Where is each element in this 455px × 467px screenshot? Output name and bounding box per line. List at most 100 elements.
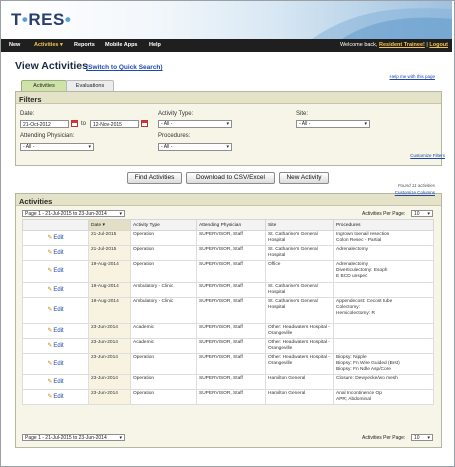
table-row: ✎Edit 21-Jul-2015 Operation SUPERVISOR, Sta… <box>22 245 434 261</box>
pencil-icon: ✎ <box>47 234 53 241</box>
table-row: ✎Edit 19-Aug-2014 Operation SUPERVISOR, Sta… <box>22 260 434 283</box>
cell-date: 21-Jul-2015 <box>88 230 131 246</box>
date-to-input[interactable]: 12-Nov-2015 <box>90 120 139 128</box>
edit-link[interactable]: Edit <box>53 328 63 334</box>
table-row: ✎Edit 23-Jun-2014 Operation SUPERVISOR, Sta… <box>22 374 434 390</box>
cell-physician: SUPERVISOR, Staff <box>196 297 266 324</box>
nav-activities[interactable]: Activities ▾ <box>34 42 63 48</box>
cell-procedures: Adrenalectomy <box>333 245 434 261</box>
pencil-icon: ✎ <box>47 360 53 367</box>
pencil-icon: ✎ <box>47 286 53 293</box>
cell-site: St. Catharine's General Hospital <box>265 245 334 261</box>
chevron-down-icon: ▾ <box>119 435 122 441</box>
table-row: ✎Edit 21-Jul-2015 Operation SUPERVISOR, Sta… <box>22 230 434 246</box>
logout-link[interactable]: Logout <box>429 42 448 48</box>
cell-date: 23-Jun-2014 <box>88 353 131 375</box>
cell-date: 19-Aug-2014 <box>88 260 131 283</box>
cell-physician: SUPERVISOR, Staff <box>196 374 266 390</box>
chevron-down-icon: ▾ <box>364 121 367 127</box>
physician-label: Attending Physician: <box>20 133 75 139</box>
per-page-label-bottom: Activities Per Page: <box>362 435 406 441</box>
cell-physician: SUPERVISOR, Staff <box>196 338 266 354</box>
cell-procedures <box>333 282 434 298</box>
cell-date: 23-Jun-2014 <box>88 338 131 354</box>
edit-link[interactable]: Edit <box>53 394 63 400</box>
edit-cell: ✎Edit <box>22 353 89 375</box>
date-to-label: to <box>81 121 87 127</box>
table-row: ✎Edit 19-Aug-2014 Ambulatory - Clinic SUPER… <box>22 297 434 324</box>
edit-cell: ✎Edit <box>22 389 89 405</box>
calendar-icon[interactable] <box>141 120 148 127</box>
activities-header <box>16 194 441 206</box>
edit-link[interactable]: Edit <box>53 343 63 349</box>
col-date[interactable]: Date ▾ <box>88 219 131 231</box>
chevron-down-icon: ▾ <box>119 211 122 217</box>
download-csv-button[interactable]: Download to CSV/Excel <box>186 172 275 184</box>
find-activities-button[interactable]: Find Activities <box>127 172 182 184</box>
page-select-bottom[interactable]: Page 1 - 21-Jul-2015 to 23-Jun-2014 ▾ <box>22 434 125 441</box>
nav-new[interactable]: New <box>9 42 20 48</box>
cell-procedures <box>333 323 434 339</box>
pencil-icon: ✎ <box>47 268 53 274</box>
pencil-icon: ✎ <box>47 342 53 349</box>
cell-date: 21-Jul-2015 <box>88 245 131 261</box>
chevron-down-icon: ▾ <box>427 435 430 441</box>
found-count: Found 11 activities <box>397 183 435 188</box>
customize-columns-link[interactable]: Customize Columns <box>395 190 435 195</box>
col-physician[interactable]: Attending Physician <box>196 219 266 231</box>
col-site[interactable]: Site <box>265 219 334 231</box>
col-activity-type[interactable]: Activity Type <box>130 219 197 231</box>
procedures-select[interactable]: - All - ▾ <box>158 143 232 151</box>
table-row: ✎Edit 23-Jun-2014 Operation SUPERVISOR, Sta… <box>22 389 434 405</box>
nav-reports[interactable]: Reports <box>74 42 95 48</box>
cell-activity-type: Operation <box>130 374 197 390</box>
edit-cell: ✎Edit <box>22 260 89 283</box>
customize-filters-link[interactable]: Customize Filters <box>410 153 445 158</box>
nav-mobile-apps[interactable]: Mobile Apps <box>105 42 138 48</box>
cell-date: 23-Jun-2014 <box>88 323 131 339</box>
calendar-icon[interactable] <box>71 120 78 127</box>
edit-link[interactable]: Edit <box>53 361 63 367</box>
edit-link[interactable]: Edit <box>53 235 63 241</box>
edit-link[interactable]: Edit <box>53 379 63 385</box>
filters-header <box>16 92 441 104</box>
user-profile-link[interactable]: Resident Trainee! <box>379 42 425 48</box>
per-page-label: Activities Per Page: <box>362 211 406 217</box>
pencil-icon: ✎ <box>47 327 53 334</box>
page-title: View Activities <box>15 60 88 72</box>
per-page-select-top[interactable]: 10 ▾ <box>411 210 433 217</box>
edit-link[interactable]: Edit <box>53 287 63 293</box>
page-select-top[interactable]: Page 1 - 21-Jul-2015 to 23-Jun-2014 ▾ <box>22 210 125 217</box>
pencil-icon: ✎ <box>47 307 53 313</box>
table-row: ✎Edit 23-Jun-2014 Academic SUPERVISOR, Staf… <box>22 338 434 354</box>
switch-quick-search-link[interactable]: (Switch to Quick Search) <box>86 64 163 71</box>
site-label: Site: <box>296 111 309 117</box>
edit-link[interactable]: Edit <box>53 250 63 256</box>
physician-select[interactable]: - All - ▾ <box>20 143 94 151</box>
chevron-down-icon: ▾ <box>226 144 229 150</box>
cell-physician: SUPERVISOR, Staff <box>196 245 266 261</box>
cell-date: 19-Aug-2014 <box>88 282 131 298</box>
cell-activity-type: Ambulatory - Clinic <box>130 282 197 298</box>
header-banner: T•RES• <box>1 1 452 39</box>
new-activity-button[interactable]: New Activity <box>279 172 329 184</box>
per-page-select-bottom[interactable]: 10 ▾ <box>411 434 433 441</box>
cell-site: Other: Headwaters Hospital - Orangeville <box>265 353 334 375</box>
site-select[interactable]: - All - ▾ <box>296 120 370 128</box>
nav-help[interactable]: Help <box>149 42 161 48</box>
edit-link[interactable]: Edit <box>53 307 63 313</box>
edit-link[interactable]: Edit <box>53 268 63 274</box>
logo[interactable]: T•RES• <box>11 10 71 30</box>
cell-date: 19-Aug-2014 <box>88 297 131 324</box>
table-row: ✎Edit 23-Jun-2014 Academic SUPERVISOR, Staf… <box>22 323 434 339</box>
cell-procedures <box>333 338 434 354</box>
cell-procedures: Adrenalectomy Diverticulectomy: Esoph E … <box>333 260 434 283</box>
top-navbar: New Activities ▾ Reports Mobile Apps Hel… <box>1 39 452 52</box>
help-link[interactable]: Help me with this page <box>389 74 435 79</box>
cell-physician: SUPERVISOR, Staff <box>196 353 266 375</box>
activity-type-select[interactable]: - All - ▾ <box>158 120 232 128</box>
chevron-down-icon: ▾ <box>427 211 430 217</box>
date-from-input[interactable]: 21-Oct-2012 <box>20 120 69 128</box>
col-procedures[interactable]: Procedures <box>333 219 434 231</box>
chevron-down-icon: ▾ <box>88 144 91 150</box>
